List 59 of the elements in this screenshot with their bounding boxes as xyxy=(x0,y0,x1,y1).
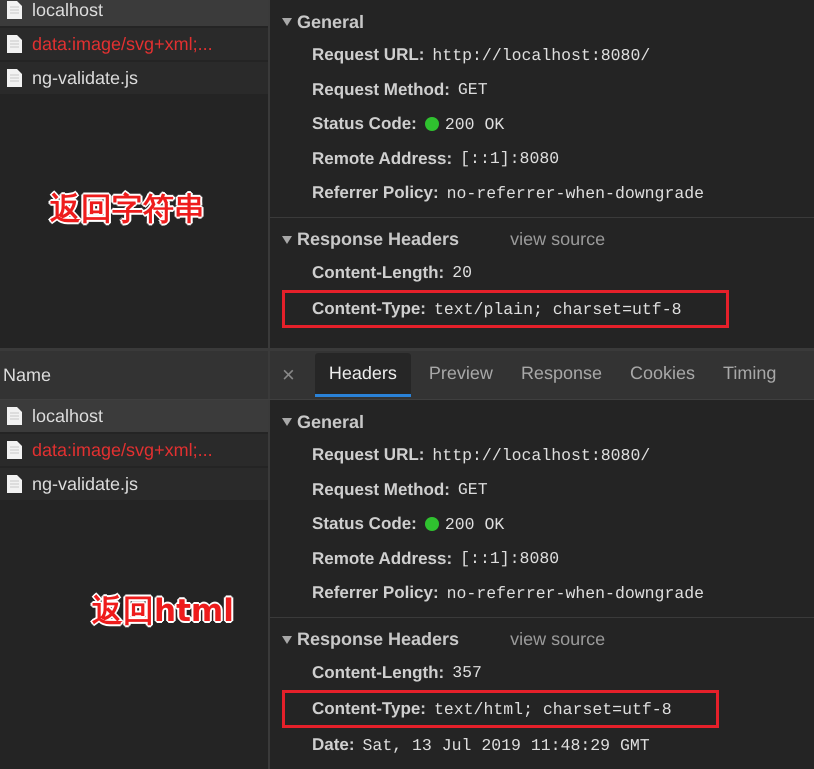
section-title[interactable]: Response Headers xyxy=(297,229,460,250)
header-value: http://localhost:8080/ xyxy=(432,446,650,465)
header-name: Status Code: xyxy=(312,114,417,134)
header-name: Referrer Policy: xyxy=(312,183,439,204)
view-source-link[interactable]: view source xyxy=(510,229,606,250)
header-value: no-referrer-when-downgrade xyxy=(446,584,704,603)
request-row[interactable]: localhost xyxy=(0,0,268,26)
tab[interactable]: Timing xyxy=(713,353,786,397)
section-title[interactable]: General xyxy=(297,412,364,432)
document-icon xyxy=(7,407,22,425)
header-value: Sat, 13 Jul 2019 11:48:29 GMT xyxy=(362,736,650,755)
header-value: 357 xyxy=(452,663,482,682)
header-name: Remote Address: xyxy=(312,148,452,169)
document-icon xyxy=(7,69,22,87)
expanded-triangle-icon[interactable] xyxy=(282,636,292,644)
header-value: 200 OK xyxy=(444,114,504,134)
header-value: GET xyxy=(458,80,488,100)
header-value: 200 OK xyxy=(444,514,504,534)
document-icon xyxy=(7,35,22,53)
header-name: Request Method: xyxy=(312,80,450,100)
document-icon xyxy=(7,1,22,19)
view-source-link[interactable]: view source xyxy=(510,629,606,650)
header-name: Content-Length: xyxy=(312,262,444,283)
request-row[interactable]: ng-validate.js xyxy=(0,62,268,94)
header-name: Request Method: xyxy=(312,480,450,500)
header-name: Request URL: xyxy=(312,45,424,66)
annotation-label: 返回html xyxy=(92,592,234,631)
header-name: Content-Type: xyxy=(312,699,426,719)
tab[interactable]: Response xyxy=(510,353,612,397)
header-name: Status Code: xyxy=(312,514,417,534)
header-value: text/html; charset=utf-8 xyxy=(434,700,672,718)
header-name: Request URL: xyxy=(312,445,424,466)
expanded-triangle-icon[interactable] xyxy=(282,236,292,244)
header-value: GET xyxy=(458,480,488,500)
header-value: [::1]:8080 xyxy=(460,549,560,568)
annotation-label: 返回字符串 xyxy=(50,190,205,229)
section-title[interactable]: Response Headers xyxy=(297,629,460,650)
header-value: http://localhost:8080/ xyxy=(432,46,650,65)
header-name: Date: xyxy=(312,735,355,756)
document-icon xyxy=(7,475,22,493)
header-name: Content-Length: xyxy=(312,662,444,683)
expanded-triangle-icon[interactable] xyxy=(282,418,292,426)
expanded-triangle-icon[interactable] xyxy=(282,18,292,26)
document-icon xyxy=(7,441,22,459)
header-value: [::1]:8080 xyxy=(460,149,560,168)
header-value: no-referrer-when-downgrade xyxy=(446,184,704,203)
header-value: 20 xyxy=(452,263,472,282)
column-header[interactable]: Name xyxy=(0,364,52,386)
header-value: text/plain; charset=utf-8 xyxy=(434,300,682,318)
close-button[interactable]: × xyxy=(282,362,307,388)
section-title[interactable]: General xyxy=(297,12,364,32)
header-name: Content-Type: xyxy=(312,299,426,319)
tab[interactable]: Headers xyxy=(314,353,411,397)
tab[interactable]: Preview xyxy=(418,353,503,397)
header-name: Referrer Policy: xyxy=(312,583,439,604)
request-row[interactable]: localhost xyxy=(0,400,268,432)
request-row[interactable]: ng-validate.js xyxy=(0,468,268,500)
header-name: Remote Address: xyxy=(312,548,452,569)
tab[interactable]: Cookies xyxy=(620,353,706,397)
